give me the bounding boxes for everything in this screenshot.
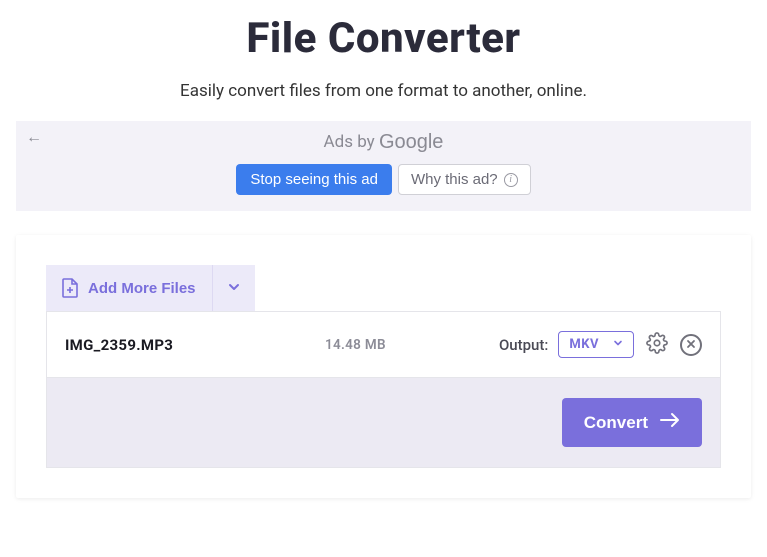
ad-brand: Google	[379, 131, 444, 153]
add-more-files-button[interactable]: Add More Files	[46, 265, 212, 311]
file-plus-icon	[62, 278, 78, 298]
chevron-down-icon	[227, 280, 241, 297]
convert-button[interactable]: Convert	[562, 398, 702, 447]
file-row: IMG_2359.MP3 14.48 MB Output: MKV	[46, 311, 721, 378]
ad-container: ← Ads by Google Stop seeing this ad Why …	[16, 121, 751, 211]
ad-label-prefix: Ads by	[324, 132, 379, 152]
format-select[interactable]: MKV	[558, 331, 634, 358]
remove-file-button[interactable]	[680, 334, 702, 356]
output-controls: Output: MKV	[499, 330, 702, 359]
file-name: IMG_2359.MP3	[65, 336, 325, 354]
convert-label: Convert	[584, 413, 648, 433]
why-this-ad-button[interactable]: Why this ad? i	[398, 164, 531, 195]
arrow-right-icon	[660, 412, 680, 433]
ad-back-arrow-icon[interactable]: ←	[26, 129, 42, 145]
output-label: Output:	[499, 336, 548, 354]
page-subtitle: Easily convert files from one format to …	[0, 81, 767, 101]
ad-buttons: Stop seeing this ad Why this ad? i	[16, 164, 751, 195]
add-more-files-dropdown[interactable]	[212, 265, 255, 311]
stop-ad-button[interactable]: Stop seeing this ad	[236, 164, 392, 195]
add-more-files-label: Add More Files	[88, 280, 196, 297]
ad-attribution: Ads by Google	[16, 131, 751, 154]
close-icon	[686, 337, 696, 352]
why-this-ad-label: Why this ad?	[411, 171, 498, 188]
convert-bar: Convert	[46, 378, 721, 468]
info-icon: i	[504, 173, 518, 187]
gear-icon	[646, 332, 668, 357]
page-title: File Converter	[0, 14, 767, 63]
format-value: MKV	[569, 337, 599, 352]
settings-button[interactable]	[644, 330, 670, 359]
file-size: 14.48 MB	[325, 337, 425, 353]
chevron-down-icon	[613, 337, 623, 352]
toolbar: Add More Files	[46, 265, 721, 311]
converter-card: Add More Files IMG_2359.MP3 14.48 MB Out…	[16, 235, 751, 498]
